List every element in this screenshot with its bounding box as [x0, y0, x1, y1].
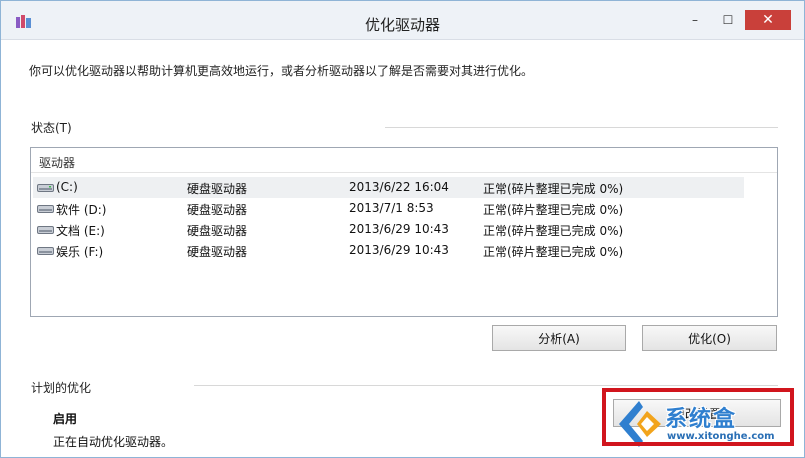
drive-status: 正常(碎片整理已完成 0%)	[483, 203, 624, 217]
optimize-button[interactable]: 优化(O)	[642, 325, 777, 351]
status-divider	[385, 127, 778, 128]
drive-last-run: 2013/6/29 10:43	[349, 222, 449, 236]
drive-type: 硬盘驱动器	[187, 182, 248, 196]
drive-row-e[interactable]: 文档 (E:) 硬盘驱动器 2013/6/29 10:43 正常(碎片整理已完成…	[33, 219, 744, 240]
drive-row-f[interactable]: 娱乐 (F:) 硬盘驱动器 2013/6/29 10:43 正常(碎片整理已完成…	[33, 240, 744, 261]
scheduled-divider	[194, 385, 778, 386]
hard-drive-icon	[37, 247, 54, 255]
drive-list[interactable]: 驱动器 (C:) 硬盘驱动器 2013/6/22 16:04 正常(碎片整理已完…	[30, 147, 778, 317]
drive-last-run: 2013/6/22 16:04	[349, 180, 449, 194]
column-header-drive[interactable]: 驱动器	[39, 154, 75, 171]
drive-row-c[interactable]: (C:) 硬盘驱动器 2013/6/22 16:04 正常(碎片整理已完成 0%…	[33, 177, 744, 198]
intro-text: 你可以优化驱动器以帮助计算机更高效地运行，或者分析驱动器以了解是否需要对其进行优…	[29, 64, 534, 78]
hard-drive-icon	[37, 205, 54, 213]
drive-status: 正常(碎片整理已完成 0%)	[483, 224, 624, 238]
schedule-description: 正在自动优化驱动器。	[53, 435, 174, 449]
maximize-button[interactable]: ☐	[715, 10, 741, 30]
hard-drive-icon	[37, 226, 54, 234]
highlight-box	[602, 388, 794, 446]
drive-type: 硬盘驱动器	[187, 224, 248, 238]
header-divider	[31, 172, 777, 173]
drive-name: 软件 (D:)	[56, 203, 107, 217]
drive-type: 硬盘驱动器	[187, 203, 248, 217]
analyze-button[interactable]: 分析(A)	[492, 325, 626, 351]
close-button[interactable]: ✕	[745, 10, 791, 30]
minimize-button[interactable]: –	[682, 10, 708, 30]
scheduled-optimization-label: 计划的优化	[31, 381, 92, 395]
drive-row-d[interactable]: 软件 (D:) 硬盘驱动器 2013/7/1 8:53 正常(碎片整理已完成 0…	[33, 198, 744, 219]
drive-last-run: 2013/7/1 8:53	[349, 201, 434, 215]
hard-drive-icon	[37, 184, 54, 192]
status-group-label: 状态(T)	[31, 121, 72, 135]
drive-status: 正常(碎片整理已完成 0%)	[483, 182, 624, 196]
drive-status: 正常(碎片整理已完成 0%)	[483, 245, 624, 259]
schedule-state: 启用	[53, 412, 78, 426]
drive-last-run: 2013/6/29 10:43	[349, 243, 449, 257]
drive-name: 娱乐 (F:)	[56, 245, 104, 259]
drive-name: 文档 (E:)	[56, 224, 105, 238]
drive-name: (C:)	[56, 180, 78, 194]
drive-type: 硬盘驱动器	[187, 245, 248, 259]
optimize-drives-window: 优化驱动器 – ☐ ✕ 你可以优化驱动器以帮助计算机更高效地运行，或者分析驱动器…	[0, 0, 805, 458]
title-bar: 优化驱动器 – ☐ ✕	[1, 1, 804, 40]
